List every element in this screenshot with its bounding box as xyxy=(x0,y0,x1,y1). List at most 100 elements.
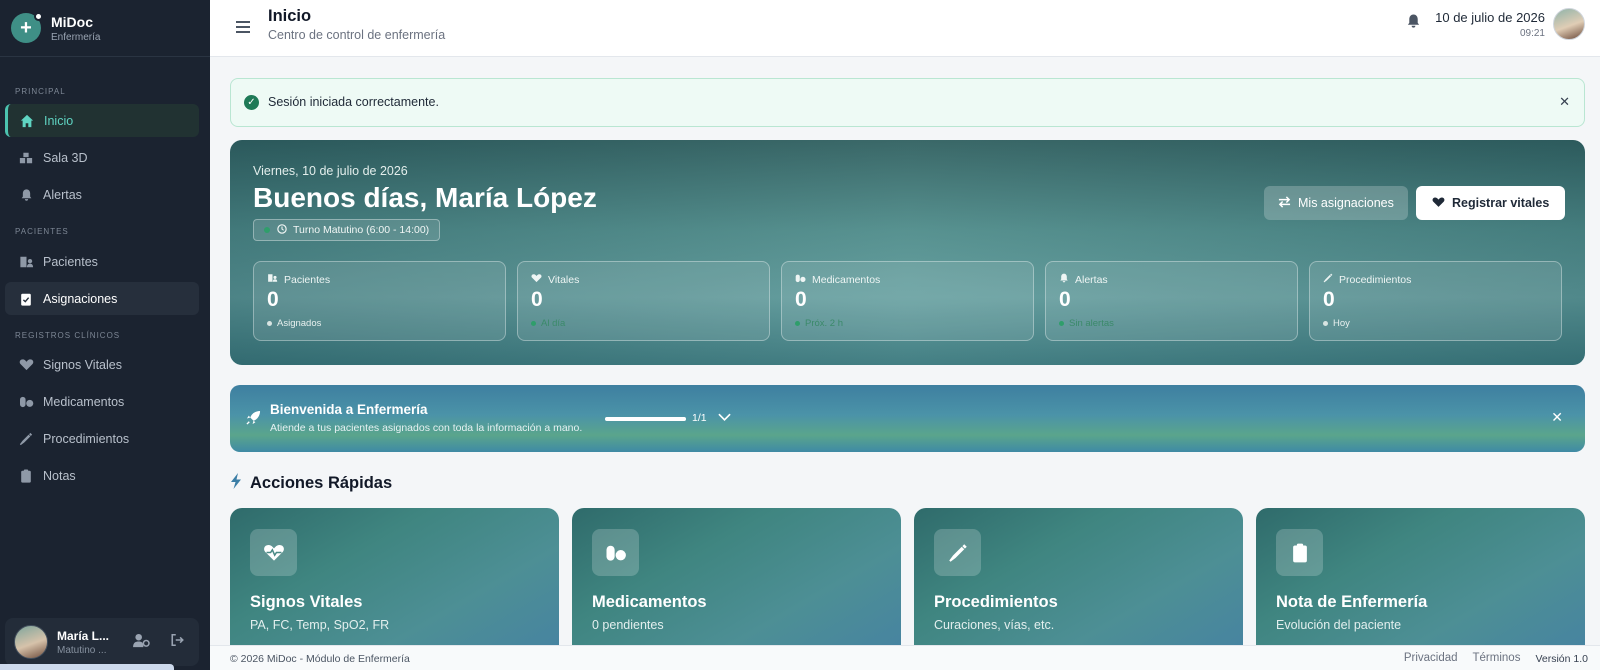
syringe-icon xyxy=(1323,273,1333,286)
success-alert: ✓ Sesión iniciada correctamente. ✕ xyxy=(230,78,1585,127)
brand-name: MiDoc xyxy=(51,13,93,30)
welcome-banner: Bienvenida a Enfermería Atiende a tus pa… xyxy=(230,385,1585,452)
register-vitals-button[interactable]: Registrar vitales xyxy=(1416,186,1566,220)
card-subtitle: PA, FC, Temp, SpO2, FR xyxy=(250,618,390,632)
sidebar-item-label: Alertas xyxy=(43,187,82,202)
quick-actions-title: Acciones Rápidas xyxy=(250,474,393,492)
sidebar-item-label: Medicamentos xyxy=(43,394,125,409)
card-title: Medicamentos xyxy=(592,593,707,611)
stat-value: 0 xyxy=(531,288,543,311)
my-assignments-label: Mis asignaciones xyxy=(1298,196,1394,210)
hero-greeting: Buenos días, María López xyxy=(253,182,597,213)
privacy-link[interactable]: Privacidad xyxy=(1404,652,1458,665)
pills-icon xyxy=(18,394,34,410)
stat-value: 0 xyxy=(1323,288,1335,311)
card-subtitle: Curaciones, vías, etc. xyxy=(934,618,1055,632)
welcome-subtitle: Atiende a tus pacientes asignados con to… xyxy=(270,422,583,434)
card-title: Procedimientos xyxy=(934,593,1058,611)
close-icon[interactable]: ✕ xyxy=(1559,94,1570,110)
syringe-icon xyxy=(18,431,34,447)
stat-label: Procedimientos xyxy=(1339,273,1412,286)
close-icon[interactable]: ✕ xyxy=(1551,409,1563,426)
sidebar-item-alertas[interactable]: Alertas xyxy=(5,178,199,211)
chevron-down-icon[interactable] xyxy=(718,409,731,424)
action-card-procedures[interactable]: Procedimientos Curaciones, vías, etc. xyxy=(914,508,1243,645)
logout-icon[interactable] xyxy=(170,633,185,651)
avatar[interactable] xyxy=(1553,8,1585,40)
copyright: © 2026 MiDoc - Módulo de Enfermería xyxy=(230,653,410,665)
user-name: María L... xyxy=(57,628,110,643)
avatar xyxy=(14,625,48,659)
stat-footnote: Sin alertas xyxy=(1069,318,1114,329)
stat-label: Pacientes xyxy=(284,273,331,286)
action-card-vitals[interactable]: Signos Vitales PA, FC, Temp, SpO2, FR xyxy=(230,508,559,645)
hero-banner: Viernes, 10 de julio de 2026 Buenos días… xyxy=(230,140,1585,365)
hero-date: Viernes, 10 de julio de 2026 xyxy=(253,164,408,178)
sidebar: + MiDoc Enfermería PRINCIPAL Inicio Sala… xyxy=(0,0,210,670)
heart-pulse-icon xyxy=(18,357,34,373)
heart-pulse-icon xyxy=(531,273,542,286)
sidebar-item-procedimientos[interactable]: Procedimientos xyxy=(5,422,199,455)
stat-label: Medicamentos xyxy=(812,273,881,286)
sidebar-item-notas[interactable]: Notas xyxy=(5,459,199,492)
home-icon xyxy=(19,113,35,129)
page-subtitle: Centro de control de enfermería xyxy=(268,28,446,42)
user-profile[interactable]: María L... Matutino ... xyxy=(5,618,199,666)
stat-card-vitales[interactable]: Vitales 0 Al día xyxy=(517,261,770,341)
stat-value: 0 xyxy=(267,288,279,311)
syringe-icon xyxy=(934,529,981,576)
sidebar-item-inicio[interactable]: Inicio xyxy=(5,104,199,137)
clipboard-icon xyxy=(18,468,34,484)
sidebar-item-medicamentos[interactable]: Medicamentos xyxy=(5,385,199,418)
notifications-bell-icon[interactable] xyxy=(1406,13,1421,34)
bell-icon xyxy=(1059,273,1069,286)
alert-message: Sesión iniciada correctamente. xyxy=(268,95,439,109)
stat-card-medicamentos[interactable]: Medicamentos 0 Próx. 2 h xyxy=(781,261,1034,341)
welcome-title: Bienvenida a Enfermería xyxy=(270,402,428,417)
section-registros-clinicos: REGISTROS CLÍNICOS xyxy=(15,331,121,340)
action-card-medications[interactable]: Medicamentos 0 pendientes xyxy=(572,508,901,645)
menu-icon[interactable] xyxy=(236,17,250,38)
bolt-icon xyxy=(230,473,242,494)
hospital-user-icon xyxy=(18,254,34,270)
sidebar-item-label: Procedimientos xyxy=(43,431,130,446)
sidebar-item-label: Sala 3D xyxy=(43,150,88,165)
stat-card-pacientes[interactable]: Pacientes 0 Asignados xyxy=(253,261,506,341)
stat-footnote: Hoy xyxy=(1333,318,1350,329)
action-card-nursing-note[interactable]: Nota de Enfermería Evolución del pacient… xyxy=(1256,508,1585,645)
bell-icon xyxy=(18,187,34,203)
stat-value: 0 xyxy=(795,288,807,311)
my-assignments-button[interactable]: Mis asignaciones xyxy=(1264,186,1408,220)
exchange-icon xyxy=(1278,195,1291,211)
section-pacientes: PACIENTES xyxy=(15,227,69,236)
stat-card-procedimientos[interactable]: Procedimientos 0 Hoy xyxy=(1309,261,1562,341)
hospital-user-icon xyxy=(267,273,278,286)
brand[interactable]: + MiDoc Enfermería xyxy=(0,0,210,57)
sidebar-item-signos-vitales[interactable]: Signos Vitales xyxy=(5,348,199,381)
top-header: Inicio Centro de control de enfermería 1… xyxy=(210,0,1600,57)
cubes-icon xyxy=(18,150,34,166)
header-time: 09:21 xyxy=(1519,28,1545,39)
tooltip-stub xyxy=(0,664,174,670)
header-date: 10 de julio de 2026 xyxy=(1435,10,1545,25)
rocket-icon xyxy=(246,410,261,428)
sidebar-item-sala-3d[interactable]: Sala 3D xyxy=(5,141,199,174)
register-vitals-label: Registrar vitales xyxy=(1452,196,1550,210)
shift-label: Turno Matutino (6:00 - 14:00) xyxy=(293,224,430,236)
sidebar-item-asignaciones[interactable]: Asignaciones xyxy=(5,282,199,315)
version-label: Versión 1.0 xyxy=(1535,653,1588,665)
stat-footnote: Próx. 2 h xyxy=(805,318,844,329)
card-subtitle: Evolución del paciente xyxy=(1276,618,1402,632)
page-title: Inicio xyxy=(268,7,312,25)
sidebar-item-label: Pacientes xyxy=(43,254,98,269)
clipboard-check-icon xyxy=(18,291,34,307)
card-title: Nota de Enfermería xyxy=(1276,593,1428,611)
terms-link[interactable]: Términos xyxy=(1473,652,1521,665)
section-principal: PRINCIPAL xyxy=(15,87,66,96)
sidebar-item-pacientes[interactable]: Pacientes xyxy=(5,245,199,278)
stat-card-alertas[interactable]: Alertas 0 Sin alertas xyxy=(1045,261,1298,341)
user-settings-icon[interactable] xyxy=(133,633,150,651)
stat-footnote: Asignados xyxy=(277,318,322,329)
check-circle-icon: ✓ xyxy=(244,95,259,110)
pills-icon xyxy=(592,529,639,576)
